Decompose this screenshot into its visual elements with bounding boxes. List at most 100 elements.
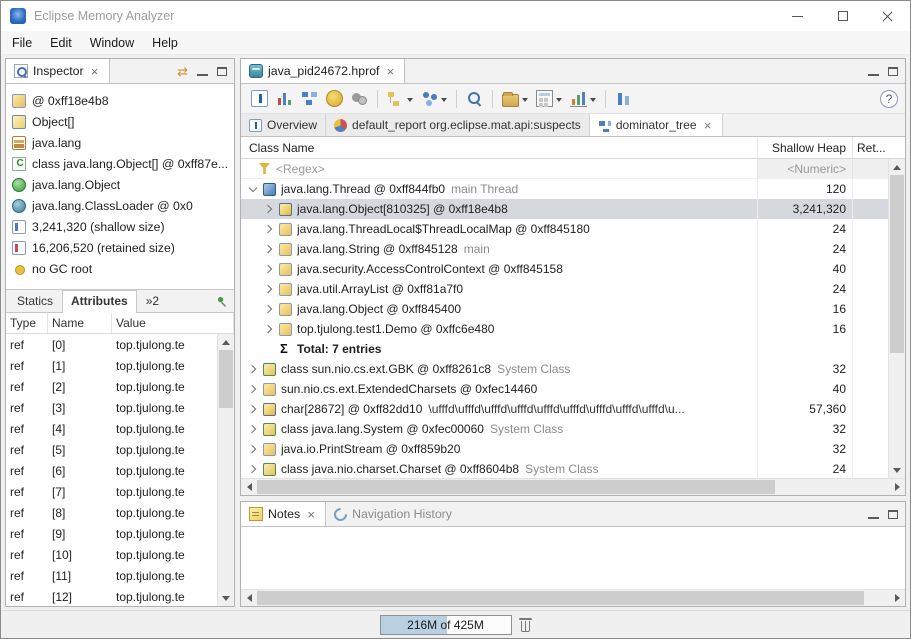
inspector-item[interactable]: java.lang.Object — [6, 174, 234, 195]
close-icon[interactable] — [89, 65, 101, 77]
tree-row[interactable]: java.security.AccessControlContext @ 0xf… — [241, 259, 888, 279]
toolbar-heap-objects-button[interactable] — [384, 87, 416, 111]
pin-icon[interactable] — [216, 295, 234, 312]
scrollbar-thumb[interactable] — [257, 480, 776, 494]
table-row[interactable]: ref [9] top.tjulong.te — [6, 523, 217, 544]
inspector-item[interactable]: class java.lang.Object[] @ 0xff87e... — [6, 153, 234, 174]
table-row[interactable]: ref [11] top.tjulong.te — [6, 565, 217, 586]
expand-icon[interactable] — [261, 261, 277, 277]
table-row[interactable]: ref [5] top.tjulong.te — [6, 439, 217, 460]
tree-row[interactable]: java.lang.Thread @ 0xff844fb0 main Thread… — [241, 179, 888, 199]
tab-navigation-history[interactable]: Navigation History — [326, 502, 460, 526]
column-header-name[interactable]: Name — [48, 313, 112, 333]
tab-inspector[interactable]: Inspector — [6, 59, 110, 83]
expand-icon[interactable] — [245, 361, 261, 377]
close-button[interactable] — [865, 1, 910, 31]
dropdown-arrow-icon[interactable] — [590, 97, 596, 105]
scrollbar-thumb[interactable] — [890, 175, 904, 353]
toolbar-search-button[interactable] — [463, 87, 486, 111]
inspector-item[interactable]: Object[] — [6, 111, 234, 132]
scrollbar-track[interactable] — [218, 350, 234, 590]
tab-notes[interactable]: Notes — [241, 502, 327, 526]
run-gc-button[interactable] — [518, 617, 532, 632]
link-with-snapshot-icon[interactable] — [177, 65, 188, 78]
tab-attributes[interactable]: Attributes — [62, 290, 137, 313]
table-row[interactable]: ref [3] top.tjulong.te — [6, 397, 217, 418]
inspector-item[interactable]: 3,241,320 (shallow size) — [6, 216, 234, 237]
scroll-left-icon[interactable] — [241, 479, 257, 495]
minimize-view-icon[interactable] — [197, 67, 208, 76]
tab-suspects-report[interactable]: default_report org.eclipse.mat.api:suspe… — [326, 114, 590, 136]
toolbar-histogram-button[interactable] — [273, 87, 296, 111]
toolbar-thread-overview-button[interactable] — [348, 87, 371, 111]
maximize-view-icon[interactable] — [217, 66, 227, 76]
tab-statics[interactable]: Statics — [8, 290, 62, 312]
tree-horizontal-scrollbar[interactable] — [241, 478, 905, 495]
toolbar-info-button[interactable] — [248, 87, 271, 111]
toolbar-oql-button[interactable] — [323, 87, 346, 111]
scroll-down-icon[interactable] — [889, 462, 905, 478]
minimize-view-icon[interactable] — [868, 510, 879, 519]
expand-icon[interactable] — [245, 461, 261, 477]
inspector-item[interactable]: java.lang.ClassLoader @ 0x0 — [6, 195, 234, 216]
toolbar-dominator-tree-button[interactable] — [298, 87, 321, 111]
expand-icon[interactable] — [261, 321, 277, 337]
table-row[interactable]: ref [2] top.tjulong.te — [6, 376, 217, 397]
scroll-right-icon[interactable] — [889, 479, 905, 495]
column-header-class-name[interactable]: Class Name — [241, 141, 757, 155]
menu-window[interactable]: Window — [81, 33, 143, 53]
close-icon[interactable] — [384, 65, 396, 77]
scrollbar-track[interactable] — [257, 479, 889, 495]
table-row[interactable]: ref [12] top.tjulong.te — [6, 586, 217, 606]
tree-row[interactable]: class java.nio.charset.Charset @ 0xff860… — [241, 459, 888, 478]
scroll-down-icon[interactable] — [218, 590, 234, 606]
attributes-scrollbar[interactable] — [217, 334, 234, 606]
dropdown-arrow-icon[interactable] — [441, 97, 447, 105]
dropdown-arrow-icon[interactable] — [407, 97, 413, 105]
table-row[interactable]: ref [4] top.tjulong.te — [6, 418, 217, 439]
expand-icon[interactable] — [261, 221, 277, 237]
tree-row[interactable]: class java.lang.System @ 0xfec00060 Syste… — [241, 419, 888, 439]
tree-row[interactable]: java.util.ArrayList @ 0xff81a7f0 24 — [241, 279, 888, 299]
expand-icon[interactable] — [261, 301, 277, 317]
close-icon[interactable] — [305, 508, 317, 520]
table-row[interactable]: ref [0] top.tjulong.te — [6, 334, 217, 355]
table-row[interactable]: ref [1] top.tjulong.te — [6, 355, 217, 376]
table-row[interactable]: ref [6] top.tjulong.te — [6, 460, 217, 481]
numeric-filter[interactable]: <Numeric> — [757, 159, 852, 178]
maximize-button[interactable] — [820, 1, 865, 31]
toolbar-group-by-button[interactable] — [418, 87, 450, 111]
toolbar-compare-button[interactable] — [612, 87, 635, 111]
scroll-up-icon[interactable] — [218, 334, 234, 350]
dropdown-arrow-icon[interactable] — [522, 97, 528, 105]
inspector-item[interactable]: no GC root — [6, 258, 234, 279]
help-icon[interactable]: ? — [880, 89, 898, 108]
tree-row[interactable]: java.lang.String @ 0xff845128 main 24 — [241, 239, 888, 259]
scrollbar-track[interactable] — [257, 590, 889, 606]
table-row[interactable]: ref [8] top.tjulong.te — [6, 502, 217, 523]
expand-icon[interactable] — [245, 401, 261, 417]
tree-row[interactable]: char[28672] @ 0xff82dd10 \ufffd\ufffd\uff… — [241, 399, 888, 419]
inspector-item[interactable]: 16,206,520 (retained size) — [6, 237, 234, 258]
dropdown-arrow-icon[interactable] — [556, 97, 562, 105]
tree-row[interactable]: top.tjulong.test1.Demo @ 0xffc6e480 16 — [241, 319, 888, 339]
column-header-retained-heap[interactable]: Ret... — [852, 137, 905, 158]
column-header-type[interactable]: Type — [6, 313, 48, 333]
expand-icon[interactable] — [261, 201, 277, 217]
minimize-view-icon[interactable] — [868, 67, 879, 76]
maximize-view-icon[interactable] — [888, 509, 898, 519]
maximize-view-icon[interactable] — [888, 66, 898, 76]
expand-icon[interactable] — [245, 441, 261, 457]
inspector-item[interactable]: java.lang — [6, 132, 234, 153]
minimize-button[interactable] — [775, 1, 820, 31]
toolbar-export-button[interactable] — [499, 87, 531, 111]
scroll-up-icon[interactable] — [889, 159, 905, 175]
close-icon[interactable] — [702, 119, 714, 131]
numeric-filter-retained[interactable] — [852, 159, 888, 178]
column-header-value[interactable]: Value — [112, 313, 234, 333]
scrollbar-thumb[interactable] — [257, 591, 864, 605]
scrollbar-track[interactable] — [889, 175, 905, 462]
table-row[interactable]: ref [7] top.tjulong.te — [6, 481, 217, 502]
table-row[interactable]: ref [10] top.tjulong.te — [6, 544, 217, 565]
tab-heap-dump[interactable]: java_pid24672.hprof — [241, 59, 406, 83]
